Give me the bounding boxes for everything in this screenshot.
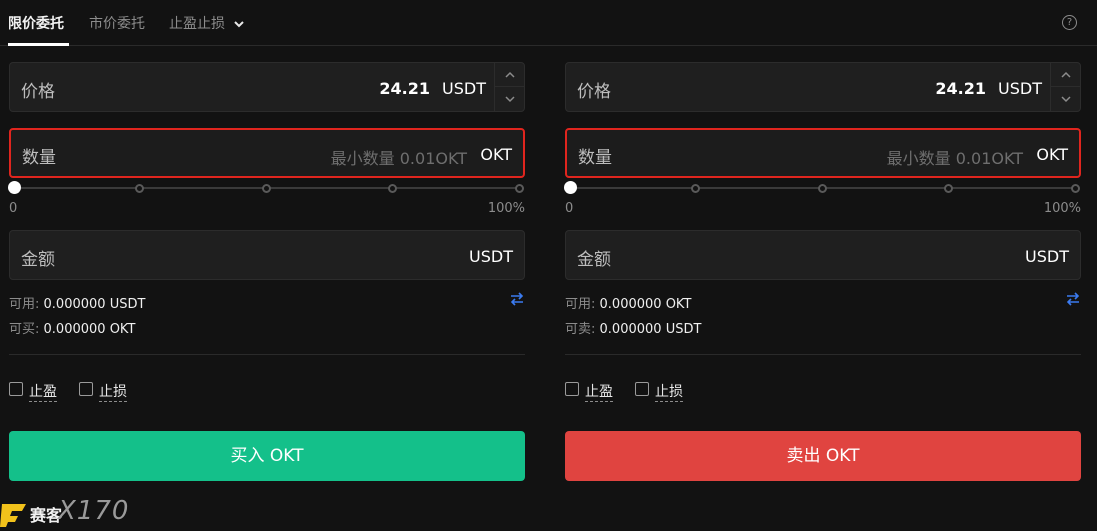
- slider-handle[interactable]: [8, 181, 21, 194]
- buy-quantity-unit: OKT: [480, 145, 512, 164]
- checkbox-box[interactable]: [9, 382, 23, 396]
- buy-price-stepper: [494, 63, 524, 111]
- available-label: 可用:: [9, 297, 40, 312]
- slider-step-100[interactable]: [1071, 184, 1080, 193]
- buy-quantity-slider[interactable]: [8, 181, 525, 197]
- checkbox-box[interactable]: [635, 382, 649, 396]
- buy-quantity-field[interactable]: 数量 最小数量 0.01OKT OKT: [9, 128, 525, 178]
- available-label: 可用:: [565, 297, 596, 312]
- buy-price-label: 价格: [21, 82, 55, 102]
- take-profit-label: 止盈: [585, 381, 613, 402]
- slider-step-50[interactable]: [262, 184, 271, 193]
- slider-step-25[interactable]: [135, 184, 144, 193]
- buy-amount-label: 金额: [21, 250, 55, 270]
- can-sell-label: 可卖:: [565, 322, 596, 337]
- sell-max-sellable: 可卖: 0.000000 USDT: [565, 318, 701, 337]
- available-value: 0.000000 OKT: [599, 297, 692, 312]
- slider-step-75[interactable]: [388, 184, 397, 193]
- divider: [565, 354, 1081, 355]
- slider-handle[interactable]: [564, 181, 577, 194]
- available-value: 0.000000 USDT: [43, 297, 146, 312]
- order-form: 限价委托 市价委托 止盈止损 ? 价格 24.21 USDT 数量 最小数量 0…: [0, 0, 1097, 531]
- slider-step-75[interactable]: [944, 184, 953, 193]
- can-sell-value: 0.000000 USDT: [599, 322, 702, 337]
- sell-price-stepper: [1050, 63, 1080, 111]
- watermark-logo: 赛客 X170: [0, 496, 128, 531]
- watermark-number: X170: [58, 496, 130, 526]
- can-buy-value: 0.000000 OKT: [43, 322, 136, 337]
- buy-max-buyable: 可买: 0.000000 OKT: [9, 318, 135, 337]
- chevron-down-icon: [1060, 96, 1071, 103]
- swap-arrows-icon[interactable]: [509, 291, 525, 307]
- buy-amount-unit: USDT: [469, 247, 513, 266]
- slider-step-50[interactable]: [818, 184, 827, 193]
- buy-amount-field[interactable]: 金额 USDT: [9, 230, 525, 280]
- buy-available-balance: 可用: 0.000000 USDT: [9, 293, 145, 312]
- checkbox-box[interactable]: [79, 382, 93, 396]
- sell-amount-label: 金额: [577, 250, 611, 270]
- sell-okt-button[interactable]: 卖出 OKT: [565, 431, 1081, 481]
- sell-price-field[interactable]: 价格 24.21 USDT: [565, 62, 1081, 112]
- sell-panel: 价格 24.21 USDT 数量 最小数量 0.01OKT OKT 0 100%…: [564, 0, 1081, 531]
- sell-price-label: 价格: [577, 82, 611, 102]
- chevron-up-icon: [1060, 71, 1071, 78]
- sell-quantity-field[interactable]: 数量 最小数量 0.01OKT OKT: [565, 128, 1081, 178]
- sell-quantity-unit: OKT: [1036, 145, 1068, 164]
- take-profit-label: 止盈: [29, 381, 57, 402]
- buy-price-value[interactable]: 24.21: [379, 79, 430, 98]
- buy-price-field[interactable]: 价格 24.21 USDT: [9, 62, 525, 112]
- stop-loss-label: 止损: [99, 381, 127, 402]
- buy-price-unit: USDT: [442, 79, 486, 98]
- sell-quantity-slider[interactable]: [564, 181, 1081, 197]
- sell-available-balance: 可用: 0.000000 OKT: [565, 293, 691, 312]
- sell-quantity-placeholder: 最小数量 0.01OKT: [886, 149, 1023, 168]
- buy-okt-button[interactable]: 买入 OKT: [9, 431, 525, 481]
- checkbox-box[interactable]: [565, 382, 579, 396]
- buy-price-decrement-button[interactable]: [495, 87, 524, 111]
- sell-amount-unit: USDT: [1025, 247, 1069, 266]
- buy-price-increment-button[interactable]: [495, 63, 524, 87]
- slider-min-label: 0: [565, 201, 574, 216]
- watermark-mark-icon: [0, 504, 26, 527]
- chevron-up-icon: [504, 71, 515, 78]
- chevron-down-icon: [504, 96, 515, 103]
- divider: [9, 354, 525, 355]
- sell-price-decrement-button[interactable]: [1051, 87, 1080, 111]
- sell-amount-field[interactable]: 金额 USDT: [565, 230, 1081, 280]
- slider-max-label: 100%: [487, 201, 525, 216]
- sell-price-increment-button[interactable]: [1051, 63, 1080, 87]
- can-buy-label: 可买:: [9, 322, 40, 337]
- buy-quantity-label: 数量: [22, 148, 56, 168]
- slider-max-label: 100%: [1043, 201, 1081, 216]
- buy-quantity-placeholder: 最小数量 0.01OKT: [330, 149, 467, 168]
- sell-quantity-label: 数量: [578, 148, 612, 168]
- sell-price-unit: USDT: [998, 79, 1042, 98]
- swap-arrows-icon[interactable]: [1065, 291, 1081, 307]
- buy-panel: 价格 24.21 USDT 数量 最小数量 0.01OKT OKT 0 100%…: [8, 0, 525, 531]
- slider-step-25[interactable]: [691, 184, 700, 193]
- sell-price-value[interactable]: 24.21: [935, 79, 986, 98]
- slider-step-100[interactable]: [515, 184, 524, 193]
- stop-loss-label: 止损: [655, 381, 683, 402]
- slider-min-label: 0: [9, 201, 18, 216]
